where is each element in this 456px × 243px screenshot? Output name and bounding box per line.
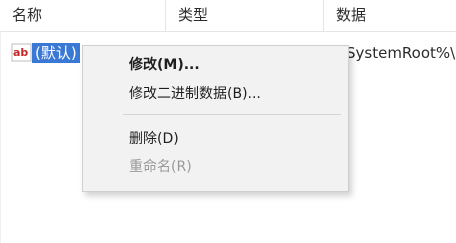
- registry-values-pane: 名称 类型 数据 ab (默认) SystemRoot%\ 修改(M)... 修…: [0, 0, 456, 243]
- column-header-row: 名称 类型 数据: [0, 0, 456, 32]
- value-data: SystemRoot%\: [346, 44, 456, 62]
- menu-item-rename: 重命名(R): [129, 159, 192, 175]
- column-header-type[interactable]: 类型: [166, 0, 324, 31]
- string-value-icon: ab: [11, 43, 32, 62]
- menu-item-modify[interactable]: 修改(M)...: [83, 53, 348, 77]
- context-menu: 修改(M)... 修改二进制数据(B)... 删除(D) 重命名(R): [82, 45, 349, 192]
- value-name-selected[interactable]: (默认): [32, 43, 80, 63]
- menu-item-delete[interactable]: 删除(D): [83, 127, 348, 151]
- menu-separator: [123, 114, 341, 115]
- menu-item-modify-binary[interactable]: 修改二进制数据(B)...: [83, 82, 348, 106]
- string-value-icon-text: ab: [13, 46, 28, 59]
- column-header-name[interactable]: 名称: [0, 0, 166, 31]
- column-header-data[interactable]: 数据: [324, 0, 456, 31]
